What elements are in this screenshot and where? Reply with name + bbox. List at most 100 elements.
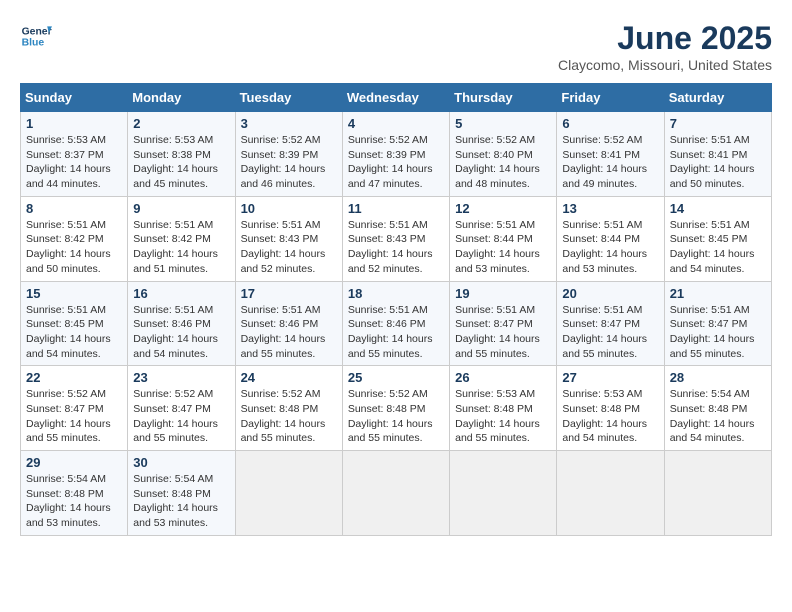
calendar-day-cell: 7 Sunrise: 5:51 AM Sunset: 8:41 PM Daylig… <box>664 112 771 197</box>
calendar-day-cell: 14 Sunrise: 5:51 AM Sunset: 8:45 PM Dayli… <box>664 196 771 281</box>
weekday-header: Tuesday <box>235 84 342 112</box>
calendar-day-cell <box>450 451 557 536</box>
calendar-day-cell: 1 Sunrise: 5:53 AM Sunset: 8:37 PM Daylig… <box>21 112 128 197</box>
calendar-table: SundayMondayTuesdayWednesdayThursdayFrid… <box>20 83 772 536</box>
day-number: 4 <box>348 116 444 131</box>
calendar-day-cell: 21Sunrise: 5:51 AM Sunset: 8:47 PM Dayli… <box>664 281 771 366</box>
calendar-day-cell: 11 Sunrise: 5:51 AM Sunset: 8:43 PM Dayli… <box>342 196 449 281</box>
day-number: 25 <box>348 370 444 385</box>
day-number: 23 <box>133 370 229 385</box>
day-info: Sunrise: 5:51 AM Sunset: 8:43 PM Dayligh… <box>348 218 444 277</box>
day-number: 5 <box>455 116 551 131</box>
logo: General Blue <box>20 20 52 52</box>
day-info: Sunrise: 5:54 AM Sunset: 8:48 PM Dayligh… <box>133 472 229 531</box>
day-info: Sunrise: 5:51 AM Sunset: 8:46 PM Dayligh… <box>241 303 337 362</box>
day-info: Sunrise: 5:51 AM Sunset: 8:42 PM Dayligh… <box>26 218 122 277</box>
day-number: 20 <box>562 286 658 301</box>
day-info: Sunrise: 5:51 AM Sunset: 8:46 PM Dayligh… <box>133 303 229 362</box>
calendar-day-cell: 23Sunrise: 5:52 AM Sunset: 8:47 PM Dayli… <box>128 366 235 451</box>
day-info: Sunrise: 5:53 AM Sunset: 8:48 PM Dayligh… <box>562 387 658 446</box>
calendar-day-cell: 10 Sunrise: 5:51 AM Sunset: 8:43 PM Dayli… <box>235 196 342 281</box>
calendar-day-cell: 26 Sunrise: 5:53 AM Sunset: 8:48 PM Dayli… <box>450 366 557 451</box>
calendar-day-cell <box>342 451 449 536</box>
day-number: 1 <box>26 116 122 131</box>
day-number: 2 <box>133 116 229 131</box>
day-number: 9 <box>133 201 229 216</box>
page-header: General Blue June 2025 Claycomo, Missour… <box>20 20 772 73</box>
calendar-week-row: 1 Sunrise: 5:53 AM Sunset: 8:37 PM Daylig… <box>21 112 772 197</box>
day-info: Sunrise: 5:53 AM Sunset: 8:37 PM Dayligh… <box>26 133 122 192</box>
calendar-day-cell: 3Sunrise: 5:52 AM Sunset: 8:39 PM Daylig… <box>235 112 342 197</box>
calendar-day-cell: 5 Sunrise: 5:52 AM Sunset: 8:40 PM Daylig… <box>450 112 557 197</box>
day-info: Sunrise: 5:54 AM Sunset: 8:48 PM Dayligh… <box>670 387 766 446</box>
title-block: June 2025 Claycomo, Missouri, United Sta… <box>558 20 772 73</box>
svg-text:Blue: Blue <box>22 38 45 49</box>
day-info: Sunrise: 5:52 AM Sunset: 8:39 PM Dayligh… <box>348 133 444 192</box>
day-info: Sunrise: 5:51 AM Sunset: 8:45 PM Dayligh… <box>26 303 122 362</box>
logo-icon: General Blue <box>20 20 52 52</box>
day-number: 28 <box>670 370 766 385</box>
day-info: Sunrise: 5:51 AM Sunset: 8:47 PM Dayligh… <box>562 303 658 362</box>
day-info: Sunrise: 5:51 AM Sunset: 8:45 PM Dayligh… <box>670 218 766 277</box>
calendar-day-cell: 27 Sunrise: 5:53 AM Sunset: 8:48 PM Dayli… <box>557 366 664 451</box>
day-info: Sunrise: 5:51 AM Sunset: 8:46 PM Dayligh… <box>348 303 444 362</box>
calendar-day-cell: 16 Sunrise: 5:51 AM Sunset: 8:46 PM Dayli… <box>128 281 235 366</box>
weekday-header: Thursday <box>450 84 557 112</box>
day-number: 12 <box>455 201 551 216</box>
weekday-header: Wednesday <box>342 84 449 112</box>
day-info: Sunrise: 5:53 AM Sunset: 8:48 PM Dayligh… <box>455 387 551 446</box>
calendar-week-row: 22 Sunrise: 5:52 AM Sunset: 8:47 PM Dayli… <box>21 366 772 451</box>
calendar-day-cell: 22 Sunrise: 5:52 AM Sunset: 8:47 PM Dayli… <box>21 366 128 451</box>
calendar-title: June 2025 <box>558 20 772 57</box>
day-number: 10 <box>241 201 337 216</box>
day-number: 27 <box>562 370 658 385</box>
calendar-day-cell: 19 Sunrise: 5:51 AM Sunset: 8:47 PM Dayli… <box>450 281 557 366</box>
day-number: 11 <box>348 201 444 216</box>
day-number: 19 <box>455 286 551 301</box>
day-number: 16 <box>133 286 229 301</box>
day-info: Sunrise: 5:54 AM Sunset: 8:48 PM Dayligh… <box>26 472 122 531</box>
day-info: Sunrise: 5:52 AM Sunset: 8:39 PM Dayligh… <box>241 133 337 192</box>
calendar-day-cell <box>664 451 771 536</box>
day-info: Sunrise: 5:52 AM Sunset: 8:47 PM Dayligh… <box>26 387 122 446</box>
day-number: 7 <box>670 116 766 131</box>
calendar-week-row: 29 Sunrise: 5:54 AM Sunset: 8:48 PM Dayli… <box>21 451 772 536</box>
day-number: 17 <box>241 286 337 301</box>
calendar-day-cell: 12 Sunrise: 5:51 AM Sunset: 8:44 PM Dayli… <box>450 196 557 281</box>
calendar-day-cell: 4 Sunrise: 5:52 AM Sunset: 8:39 PM Daylig… <box>342 112 449 197</box>
day-info: Sunrise: 5:51 AM Sunset: 8:43 PM Dayligh… <box>241 218 337 277</box>
day-info: Sunrise: 5:52 AM Sunset: 8:40 PM Dayligh… <box>455 133 551 192</box>
calendar-body: 1 Sunrise: 5:53 AM Sunset: 8:37 PM Daylig… <box>21 112 772 536</box>
calendar-week-row: 15 Sunrise: 5:51 AM Sunset: 8:45 PM Dayli… <box>21 281 772 366</box>
day-number: 8 <box>26 201 122 216</box>
day-number: 26 <box>455 370 551 385</box>
day-number: 24 <box>241 370 337 385</box>
day-number: 15 <box>26 286 122 301</box>
day-number: 13 <box>562 201 658 216</box>
day-info: Sunrise: 5:51 AM Sunset: 8:47 PM Dayligh… <box>670 303 766 362</box>
day-info: Sunrise: 5:51 AM Sunset: 8:47 PM Dayligh… <box>455 303 551 362</box>
calendar-day-cell: 13 Sunrise: 5:51 AM Sunset: 8:44 PM Dayli… <box>557 196 664 281</box>
day-number: 22 <box>26 370 122 385</box>
day-number: 14 <box>670 201 766 216</box>
calendar-day-cell: 30Sunrise: 5:54 AM Sunset: 8:48 PM Dayli… <box>128 451 235 536</box>
day-number: 29 <box>26 455 122 470</box>
calendar-day-cell: 8 Sunrise: 5:51 AM Sunset: 8:42 PM Daylig… <box>21 196 128 281</box>
day-info: Sunrise: 5:51 AM Sunset: 8:44 PM Dayligh… <box>562 218 658 277</box>
day-info: Sunrise: 5:52 AM Sunset: 8:48 PM Dayligh… <box>241 387 337 446</box>
calendar-subtitle: Claycomo, Missouri, United States <box>558 57 772 73</box>
calendar-day-cell: 29 Sunrise: 5:54 AM Sunset: 8:48 PM Dayli… <box>21 451 128 536</box>
day-info: Sunrise: 5:51 AM Sunset: 8:41 PM Dayligh… <box>670 133 766 192</box>
calendar-day-cell: 17 Sunrise: 5:51 AM Sunset: 8:46 PM Dayli… <box>235 281 342 366</box>
day-info: Sunrise: 5:51 AM Sunset: 8:44 PM Dayligh… <box>455 218 551 277</box>
day-info: Sunrise: 5:52 AM Sunset: 8:41 PM Dayligh… <box>562 133 658 192</box>
day-info: Sunrise: 5:51 AM Sunset: 8:42 PM Dayligh… <box>133 218 229 277</box>
calendar-day-cell: 28 Sunrise: 5:54 AM Sunset: 8:48 PM Dayli… <box>664 366 771 451</box>
day-info: Sunrise: 5:53 AM Sunset: 8:38 PM Dayligh… <box>133 133 229 192</box>
weekday-header: Saturday <box>664 84 771 112</box>
calendar-day-cell: 2 Sunrise: 5:53 AM Sunset: 8:38 PM Daylig… <box>128 112 235 197</box>
day-info: Sunrise: 5:52 AM Sunset: 8:48 PM Dayligh… <box>348 387 444 446</box>
calendar-day-cell: 24 Sunrise: 5:52 AM Sunset: 8:48 PM Dayli… <box>235 366 342 451</box>
calendar-day-cell: 25 Sunrise: 5:52 AM Sunset: 8:48 PM Dayli… <box>342 366 449 451</box>
calendar-day-cell: 18Sunrise: 5:51 AM Sunset: 8:46 PM Dayli… <box>342 281 449 366</box>
